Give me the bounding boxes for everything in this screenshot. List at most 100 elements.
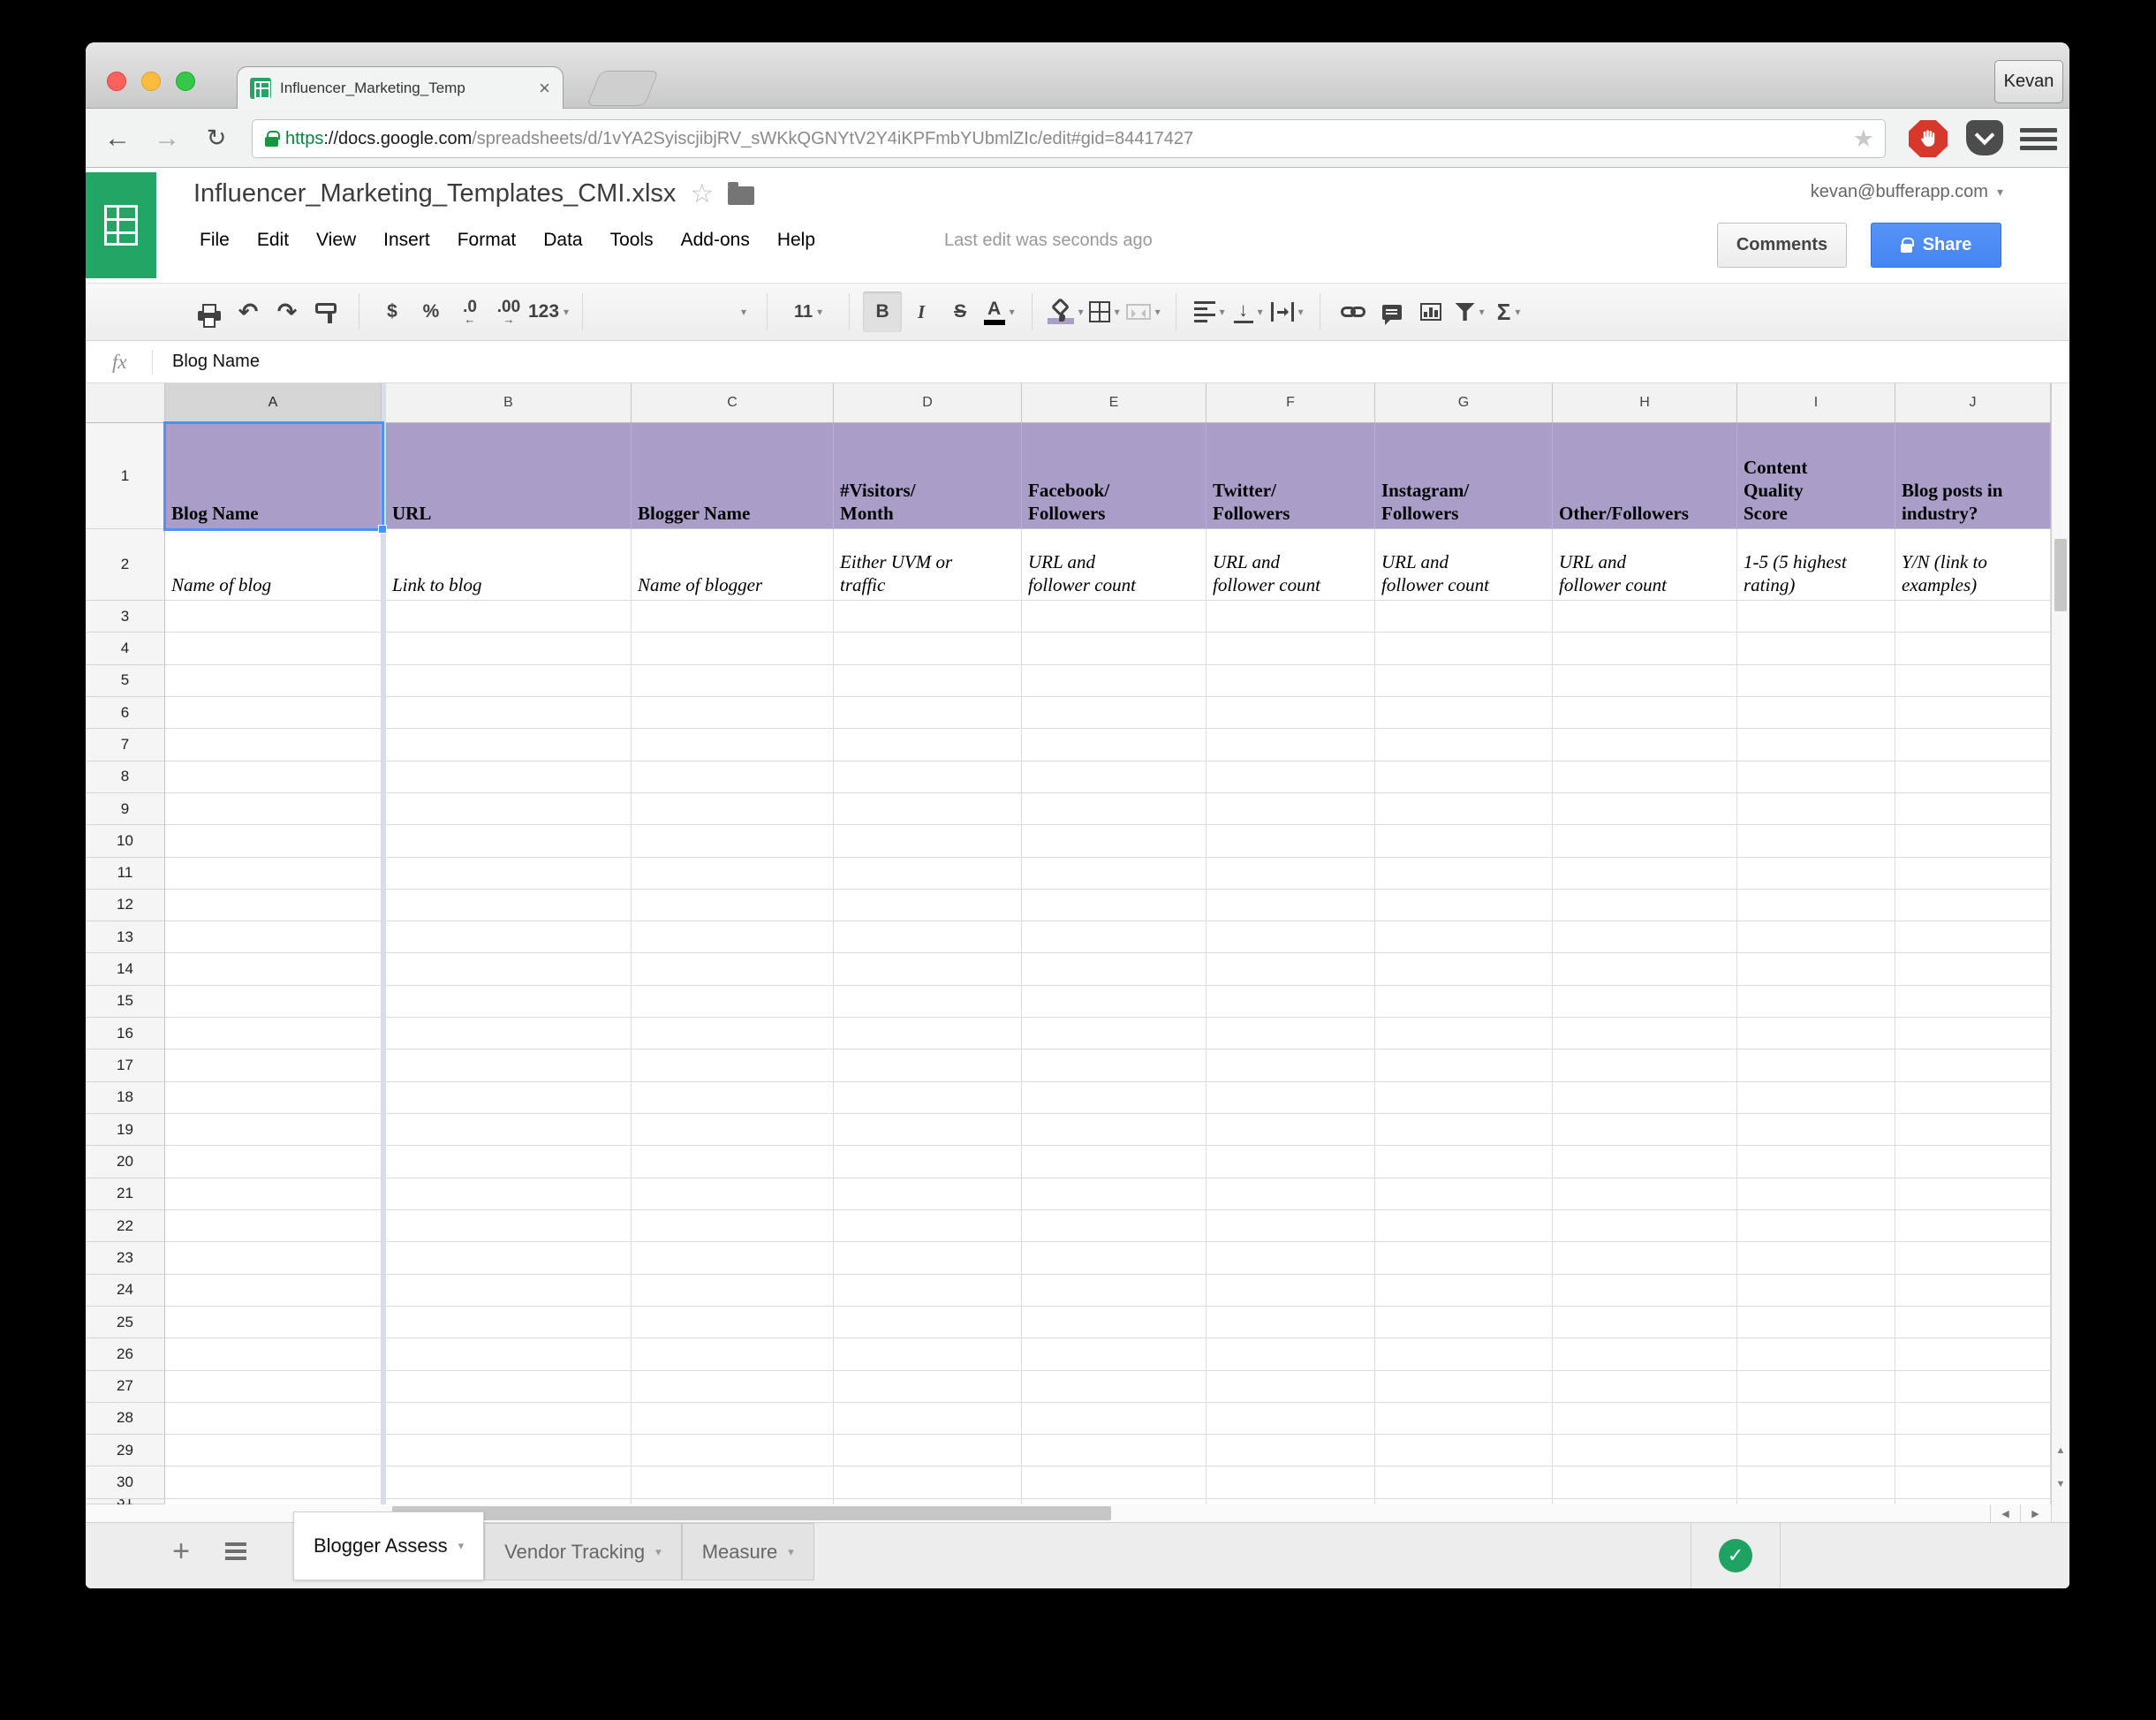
undo-button[interactable]: ↶ [229, 292, 268, 332]
sheet-tab-vendor-tracking[interactable]: Vendor Tracking ▾ [484, 1523, 682, 1580]
number-format-button[interactable]: 123 ▾ [528, 292, 569, 332]
cell-E14[interactable] [1022, 953, 1207, 986]
zoom-window-button[interactable] [176, 72, 195, 91]
cell-H4[interactable] [1553, 633, 1737, 665]
row-header-13[interactable]: 13 [86, 921, 165, 954]
cell-D25[interactable] [834, 1306, 1022, 1339]
cell-C22[interactable] [632, 1209, 834, 1243]
cell-B17[interactable] [386, 1049, 632, 1082]
cell-J2[interactable]: Y/N (link to examples) [1895, 529, 2051, 601]
cell-C12[interactable] [632, 889, 834, 922]
cell-E26[interactable] [1022, 1338, 1207, 1371]
cell-G26[interactable] [1375, 1338, 1553, 1371]
cell-F2[interactable]: URL and follower count [1207, 529, 1375, 601]
cell-B26[interactable] [386, 1338, 632, 1371]
row-header-31[interactable]: 31 [86, 1498, 165, 1504]
reload-icon[interactable]: ↻ [197, 109, 236, 168]
menu-view[interactable]: View [316, 230, 356, 251]
cell-F21[interactable] [1207, 1178, 1375, 1210]
column-header-I[interactable]: I [1737, 383, 1895, 423]
cell-D30[interactable] [834, 1466, 1022, 1499]
sheet-tab-blogger-assess[interactable]: Blogger Assess ▾ [293, 1512, 485, 1580]
cell-A25[interactable] [165, 1306, 382, 1339]
cell-B7[interactable] [386, 729, 632, 761]
cell-G2[interactable]: URL and follower count [1375, 529, 1553, 601]
cell-I23[interactable] [1737, 1242, 1895, 1275]
cell-I9[interactable] [1737, 792, 1895, 826]
cell-G8[interactable] [1375, 761, 1553, 793]
cell-E30[interactable] [1022, 1466, 1207, 1499]
cell-D10[interactable] [834, 825, 1022, 858]
cell-E5[interactable] [1022, 664, 1207, 697]
cell-H12[interactable] [1553, 889, 1737, 922]
bookmark-star-icon[interactable]: ★ [1853, 125, 1874, 153]
cell-G23[interactable] [1375, 1242, 1553, 1275]
cell-D18[interactable] [834, 1081, 1022, 1114]
cell-I7[interactable] [1737, 729, 1895, 761]
cell-J12[interactable] [1895, 889, 2051, 922]
cell-A4[interactable] [165, 633, 382, 665]
cell-J27[interactable] [1895, 1370, 2051, 1403]
cell-A21[interactable] [165, 1178, 382, 1210]
forward-icon[interactable]: → [148, 109, 186, 168]
menu-file[interactable]: File [200, 230, 230, 251]
cell-A27[interactable] [165, 1370, 382, 1403]
cell-G4[interactable] [1375, 633, 1553, 665]
cell-D29[interactable] [834, 1435, 1022, 1467]
cell-E13[interactable] [1022, 921, 1207, 954]
cell-J16[interactable] [1895, 1018, 2051, 1050]
cell-B27[interactable] [386, 1370, 632, 1403]
cell-C4[interactable] [632, 633, 834, 665]
cell-I25[interactable] [1737, 1306, 1895, 1339]
cell-B11[interactable] [386, 857, 632, 890]
cell-I18[interactable] [1737, 1081, 1895, 1114]
cell-G13[interactable] [1375, 921, 1553, 954]
borders-button[interactable]: ▾ [1085, 292, 1123, 332]
row-header-20[interactable]: 20 [86, 1146, 165, 1178]
column-header-B[interactable]: B [386, 383, 632, 423]
cell-D11[interactable] [834, 857, 1022, 890]
row-header-30[interactable]: 30 [86, 1466, 165, 1499]
cell-C21[interactable] [632, 1178, 834, 1210]
menu-addons[interactable]: Add-ons [681, 230, 750, 251]
cell-E7[interactable] [1022, 729, 1207, 761]
text-color-button[interactable]: A ▾ [980, 292, 1018, 332]
cell-E16[interactable] [1022, 1018, 1207, 1050]
cell-J29[interactable] [1895, 1435, 2051, 1467]
cell-A16[interactable] [165, 1018, 382, 1050]
cell-J5[interactable] [1895, 664, 2051, 697]
sheet-tab-caret-icon[interactable]: ▾ [655, 1545, 662, 1559]
cell-H23[interactable] [1553, 1242, 1737, 1275]
cell-G25[interactable] [1375, 1306, 1553, 1339]
cell-I12[interactable] [1737, 889, 1895, 922]
cell-D23[interactable] [834, 1242, 1022, 1275]
cell-J17[interactable] [1895, 1049, 2051, 1082]
cell-G1[interactable]: Instagram/ Followers [1375, 423, 1553, 529]
vertical-align-button[interactable]: ↓ ▾ [1229, 292, 1267, 332]
menu-edit[interactable]: Edit [257, 230, 289, 251]
cell-F6[interactable] [1207, 696, 1375, 730]
horizontal-scrollbar-thumb[interactable] [392, 1506, 1111, 1520]
row-header-29[interactable]: 29 [86, 1435, 165, 1467]
cell-C26[interactable] [632, 1338, 834, 1371]
cell-J22[interactable] [1895, 1209, 2051, 1243]
cell-H14[interactable] [1553, 953, 1737, 986]
cell-J3[interactable] [1895, 601, 2051, 633]
cell-E23[interactable] [1022, 1242, 1207, 1275]
scroll-down-icon[interactable]: ▼ [2052, 1469, 2069, 1499]
row-header-5[interactable]: 5 [86, 664, 165, 697]
cell-C17[interactable] [632, 1049, 834, 1082]
cell-I19[interactable] [1737, 1114, 1895, 1147]
cell-D9[interactable] [834, 792, 1022, 826]
column-header-J[interactable]: J [1895, 383, 2051, 423]
comments-button[interactable]: Comments [1717, 223, 1847, 268]
cell-G29[interactable] [1375, 1435, 1553, 1467]
decrease-decimal-button[interactable]: .0 ← [450, 292, 489, 332]
last-edit-status[interactable]: Last edit was seconds ago [944, 231, 1153, 251]
cell-J14[interactable] [1895, 953, 2051, 986]
cell-D6[interactable] [834, 696, 1022, 730]
cell-I3[interactable] [1737, 601, 1895, 633]
cell-C10[interactable] [632, 825, 834, 858]
cell-B15[interactable] [386, 985, 632, 1019]
insert-comment-button[interactable] [1373, 292, 1411, 332]
